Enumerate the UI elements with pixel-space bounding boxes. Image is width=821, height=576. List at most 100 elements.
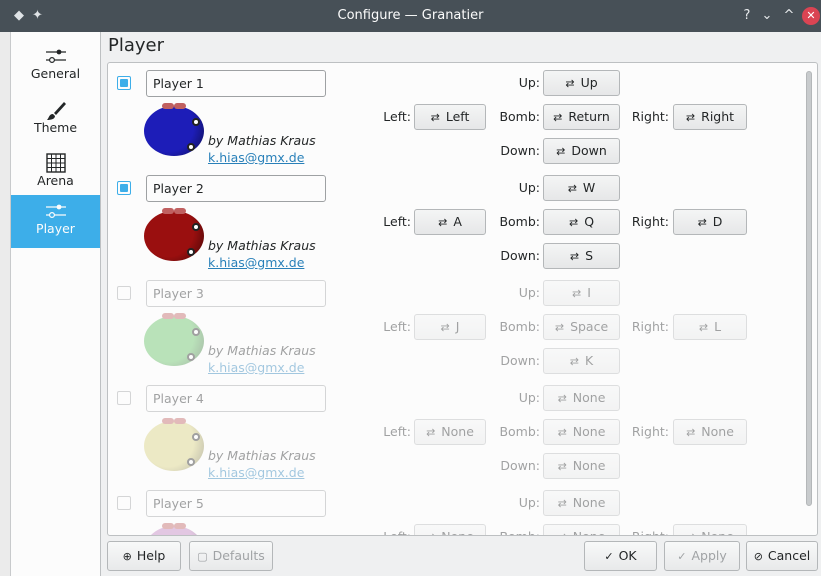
close-icon[interactable]: ✕ bbox=[802, 7, 820, 25]
key-right-button[interactable]: ⇄ None bbox=[673, 524, 747, 535]
maximize-icon[interactable]: ^ bbox=[780, 7, 798, 25]
sidebar-item-player[interactable]: Player bbox=[11, 195, 100, 248]
defaults-button[interactable]: ▢ Defaults bbox=[189, 541, 273, 571]
cancel-label: Cancel bbox=[767, 548, 811, 563]
key-value: Right bbox=[701, 109, 735, 124]
sidebar-item-general[interactable]: General bbox=[11, 40, 100, 93]
player-name-input[interactable]: Player 2 bbox=[146, 175, 326, 202]
sidebar-item-label: Player bbox=[36, 221, 75, 236]
shortcut-icon: ⇄ bbox=[426, 426, 436, 439]
shortcut-icon: ⇄ bbox=[568, 216, 579, 229]
key-left-button[interactable]: ⇄ A bbox=[414, 209, 486, 235]
key-value: Q bbox=[584, 214, 595, 229]
help-button[interactable]: ⊕ Help bbox=[107, 541, 181, 571]
key-left-button[interactable]: ⇄ None bbox=[414, 524, 486, 535]
shortcut-icon: ⇄ bbox=[686, 426, 696, 439]
key-right-button[interactable]: ⇄ None bbox=[673, 419, 747, 445]
grid-icon bbox=[11, 147, 100, 173]
shortcut-icon: ⇄ bbox=[569, 355, 579, 368]
key-right-label: Right: bbox=[631, 214, 669, 229]
key-down-button[interactable]: ⇄ Down bbox=[543, 138, 620, 164]
shortcut-icon: ⇄ bbox=[430, 111, 440, 124]
key-up-label: Up: bbox=[518, 75, 540, 90]
key-right-button[interactable]: ⇄ L bbox=[673, 314, 747, 340]
ok-label: OK bbox=[618, 548, 637, 563]
key-left-label: Left: bbox=[373, 524, 411, 535]
shortcut-icon: ⇄ bbox=[554, 321, 565, 334]
key-left-button[interactable]: ⇄ Left bbox=[414, 104, 486, 130]
key-bomb-button[interactable]: ⇄ Space bbox=[543, 314, 620, 340]
window-frame bbox=[0, 32, 11, 576]
player-enabled-checkbox[interactable] bbox=[117, 496, 131, 510]
player-author: by Mathias Kraus bbox=[208, 238, 316, 253]
sidebar-item-label: General bbox=[30, 66, 81, 81]
player-avatar bbox=[144, 208, 204, 261]
player-avatar bbox=[144, 523, 204, 535]
apply-button[interactable]: ✓ Apply bbox=[664, 541, 740, 571]
key-up-label: Up: bbox=[518, 390, 540, 405]
shortcut-icon: ⇄ bbox=[569, 250, 580, 263]
key-right-button[interactable]: ⇄ Right bbox=[673, 104, 747, 130]
key-value: None bbox=[701, 529, 734, 535]
scrollbar-thumb[interactable] bbox=[806, 71, 812, 506]
player-enabled-checkbox[interactable] bbox=[117, 76, 131, 90]
key-up-button[interactable]: ⇄ I bbox=[543, 280, 620, 306]
key-left-label: Left: bbox=[383, 214, 411, 229]
player-name-input[interactable]: Player 5 bbox=[146, 490, 326, 517]
cancel-icon: ⊘ bbox=[753, 550, 763, 563]
shortcut-icon: ⇄ bbox=[557, 392, 567, 405]
key-bomb-label: Bomb: bbox=[490, 524, 540, 535]
key-down-label: Down: bbox=[500, 353, 540, 368]
key-right-label: Right: bbox=[625, 524, 669, 535]
key-value: None bbox=[573, 529, 606, 535]
key-left-label: Left: bbox=[383, 319, 411, 334]
help-question-icon[interactable]: ? bbox=[738, 7, 756, 25]
key-down-button[interactable]: ⇄ None bbox=[543, 453, 620, 479]
shortcut-icon: ⇄ bbox=[557, 426, 567, 439]
shortcut-icon: ⇄ bbox=[557, 497, 567, 510]
player-enabled-checkbox[interactable] bbox=[117, 181, 131, 195]
key-left-button[interactable]: ⇄ J bbox=[414, 314, 486, 340]
key-right-button[interactable]: ⇄ D bbox=[673, 209, 747, 235]
key-down-button[interactable]: ⇄ K bbox=[543, 348, 620, 374]
key-value: S bbox=[585, 248, 594, 263]
cancel-button[interactable]: ⊘ Cancel bbox=[746, 541, 818, 571]
key-value: Space bbox=[570, 319, 609, 334]
key-down-button[interactable]: ⇄ S bbox=[543, 243, 620, 269]
key-up-label: Up: bbox=[518, 285, 540, 300]
key-up-button[interactable]: ⇄ W bbox=[543, 175, 620, 201]
player-row: Player 3 by Mathias Kraus k.hias@gmx.de Up:… bbox=[108, 273, 798, 378]
key-up-label: Up: bbox=[518, 495, 540, 510]
sidebar-item-theme[interactable]: Theme bbox=[11, 94, 100, 147]
player-enabled-checkbox[interactable] bbox=[117, 391, 131, 405]
sidebar-item-arena[interactable]: Arena bbox=[11, 147, 100, 200]
key-up-button[interactable]: ⇄ Up bbox=[543, 70, 620, 96]
key-bomb-button[interactable]: ⇄ Q bbox=[543, 209, 620, 235]
key-right-label: Right: bbox=[631, 109, 669, 124]
player-author-email-link[interactable]: k.hias@gmx.de bbox=[208, 465, 304, 480]
key-right-label: Right: bbox=[631, 319, 669, 334]
key-bomb-button[interactable]: ⇄ None bbox=[543, 524, 620, 535]
key-left-button[interactable]: ⇄ None bbox=[414, 419, 486, 445]
scrollbar[interactable] bbox=[806, 68, 812, 531]
player-author: by Mathias Kraus bbox=[208, 343, 316, 358]
player-author-email-link[interactable]: k.hias@gmx.de bbox=[208, 360, 304, 375]
key-bomb-button[interactable]: ⇄ Return bbox=[543, 104, 620, 130]
key-value: None bbox=[441, 424, 474, 439]
key-up-button[interactable]: ⇄ None bbox=[543, 385, 620, 411]
player-enabled-checkbox[interactable] bbox=[117, 286, 131, 300]
key-value: Return bbox=[568, 109, 610, 124]
player-author-email-link[interactable]: k.hias@gmx.de bbox=[208, 150, 304, 165]
player-name-input[interactable]: Player 3 bbox=[146, 280, 326, 307]
player-name-input[interactable]: Player 1 bbox=[146, 70, 326, 97]
key-up-button[interactable]: ⇄ None bbox=[543, 490, 620, 516]
player-author-email-link[interactable]: k.hias@gmx.de bbox=[208, 255, 304, 270]
player-name-input[interactable]: Player 4 bbox=[146, 385, 326, 412]
minimize-icon[interactable]: ⌄ bbox=[758, 7, 776, 25]
key-bomb-button[interactable]: ⇄ None bbox=[543, 419, 620, 445]
check-icon: ✓ bbox=[677, 550, 687, 563]
ok-button[interactable]: ✓ OK bbox=[584, 541, 657, 571]
sidebar: General Theme Arena Player bbox=[11, 32, 101, 576]
player-icon bbox=[11, 195, 100, 221]
player-row: Player 5 Up: ⇄ None Left: ⇄ None Bomb: ⇄ None Righ… bbox=[108, 483, 798, 535]
